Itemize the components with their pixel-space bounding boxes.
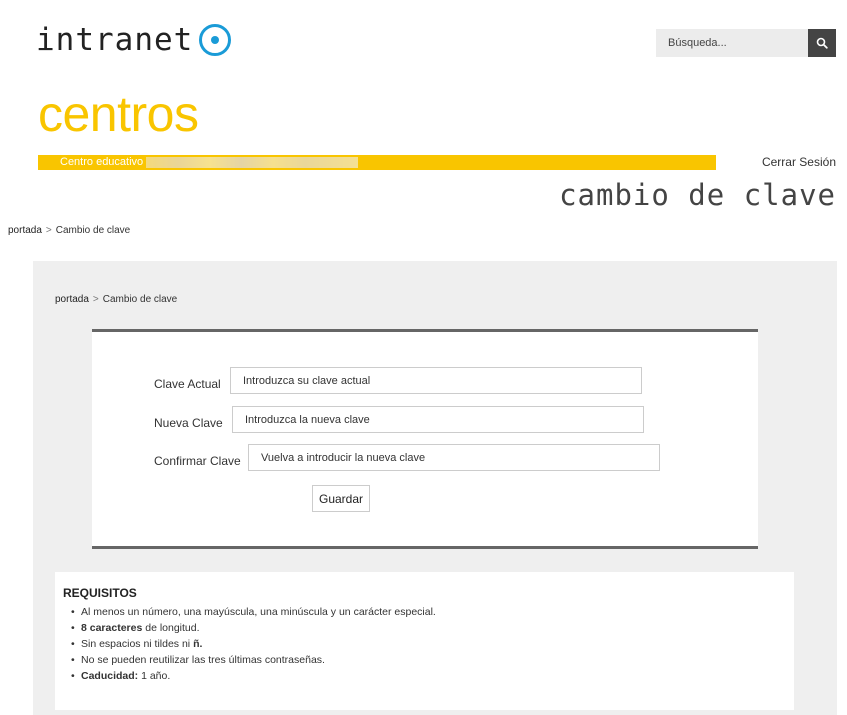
centro-label: Centro educativo bbox=[60, 156, 144, 168]
list-item: 8 caracteres de longitud. bbox=[71, 620, 786, 636]
confirm-password-input[interactable] bbox=[248, 444, 660, 471]
page-title: cambio de clave bbox=[559, 178, 836, 212]
list-item: Sin espacios ni tildes ni ñ. bbox=[71, 636, 786, 652]
requirements-list: Al menos un número, una mayúscula, una m… bbox=[63, 604, 786, 684]
centro-name-redacted bbox=[146, 157, 358, 168]
breadcrumb-separator: > bbox=[92, 294, 99, 305]
logo-circle-icon bbox=[199, 24, 232, 56]
current-password-row: Clave Actual bbox=[154, 367, 642, 394]
requirements-title: REQUISITOS bbox=[63, 586, 137, 600]
logout-link[interactable]: Cerrar Sesión bbox=[762, 155, 836, 169]
content-panel: portada > Cambio de clave Clave Actual Nue… bbox=[33, 261, 837, 715]
requirement-text: de longitud. bbox=[142, 622, 200, 634]
list-item: Al menos un número, una mayúscula, una m… bbox=[71, 604, 786, 620]
inner-breadcrumb: portada > Cambio de clave bbox=[55, 294, 177, 305]
list-item: Caducidad: 1 año. bbox=[71, 668, 786, 684]
save-button[interactable]: Guardar bbox=[312, 485, 370, 512]
list-item: No se pueden reutilizar las tres últimas… bbox=[71, 652, 786, 668]
search-bar bbox=[656, 29, 836, 57]
breadcrumb-current: Cambio de clave bbox=[102, 294, 178, 305]
breadcrumb-home-link[interactable]: portada bbox=[55, 294, 89, 305]
search-button[interactable] bbox=[808, 29, 836, 57]
requirement-bold: 8 caracteres bbox=[81, 622, 143, 634]
intranet-logo[interactable]: intranet bbox=[36, 20, 232, 60]
breadcrumb-current: Cambio de clave bbox=[55, 225, 131, 236]
logo-text: intranet bbox=[36, 22, 194, 58]
requirement-text: Sin espacios ni tildes ni bbox=[81, 638, 194, 650]
breadcrumb-home-link[interactable]: portada bbox=[8, 225, 42, 236]
new-password-input[interactable] bbox=[232, 406, 644, 433]
new-password-row: Nueva Clave bbox=[154, 406, 644, 433]
requirement-bold: ñ. bbox=[193, 638, 203, 650]
search-input[interactable] bbox=[656, 29, 808, 57]
breadcrumb: portada > Cambio de clave bbox=[8, 225, 130, 236]
current-password-label: Clave Actual bbox=[154, 376, 221, 391]
requirements-box: REQUISITOS Al menos un número, una mayús… bbox=[55, 572, 794, 710]
breadcrumb-separator: > bbox=[45, 225, 52, 236]
requirement-bold: Caducidad: bbox=[81, 670, 139, 682]
new-password-label: Nueva Clave bbox=[154, 415, 223, 430]
requirement-text: Al menos un número, una mayúscula, una m… bbox=[81, 606, 436, 618]
centro-bar: Centro educativo bbox=[38, 155, 716, 170]
section-brand: centros bbox=[38, 86, 199, 142]
requirement-text: 1 año. bbox=[138, 670, 171, 682]
search-icon bbox=[816, 37, 828, 49]
current-password-input[interactable] bbox=[230, 367, 642, 394]
confirm-password-row: Confirmar Clave bbox=[154, 444, 660, 471]
requirement-text: No se pueden reutilizar las tres últimas… bbox=[81, 654, 325, 666]
change-password-form: Clave Actual Nueva Clave Confirmar Clave… bbox=[92, 329, 758, 549]
confirm-password-label: Confirmar Clave bbox=[154, 453, 241, 468]
